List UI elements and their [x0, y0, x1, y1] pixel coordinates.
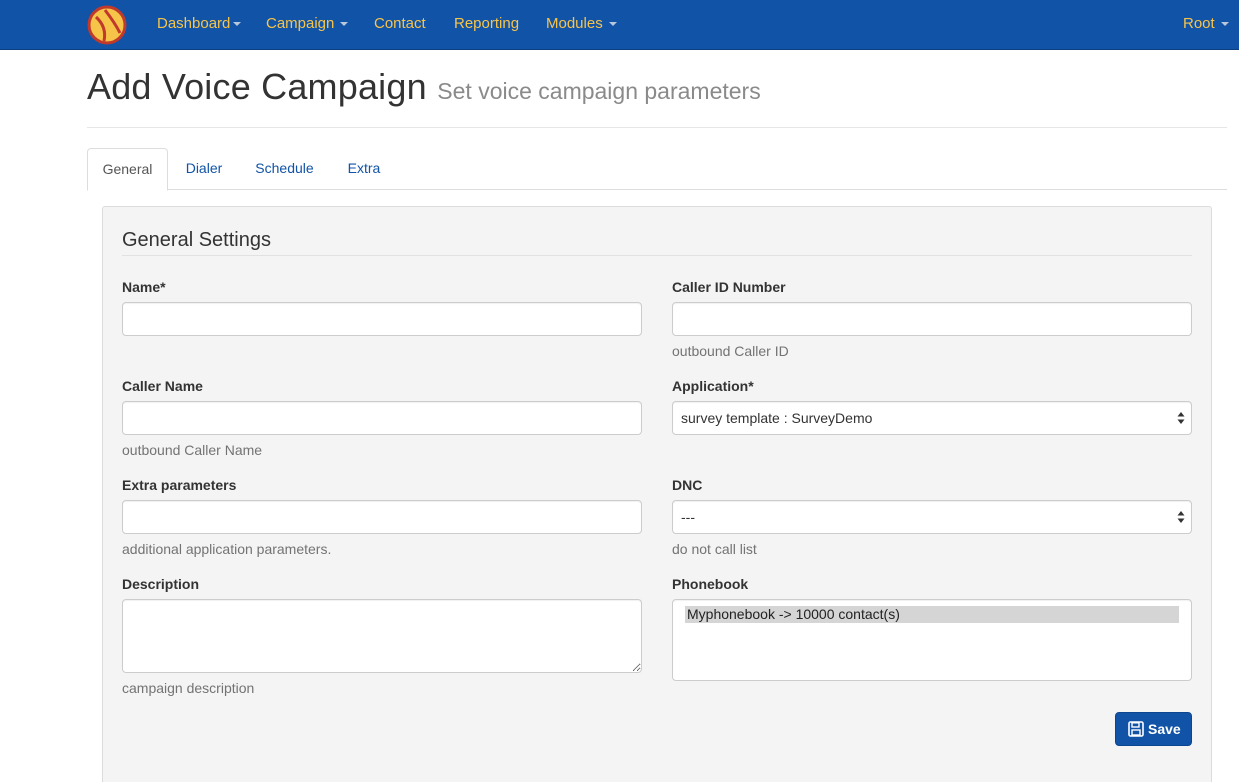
nav-modules-label: Modules [546, 15, 603, 32]
phonebook-multiselect[interactable]: Myphonebook -> 10000 contact(s) [672, 599, 1192, 681]
caller-name-label: Caller Name [122, 378, 203, 394]
description-label: Description [122, 576, 200, 592]
tab-dialer[interactable]: Dialer [175, 148, 233, 190]
logo-icon[interactable] [87, 5, 127, 45]
save-button[interactable]: Save [1115, 712, 1192, 746]
nav-user-label: Root [1183, 15, 1215, 32]
page-title: Add Voice Campaign [87, 66, 427, 107]
floppy-disk-icon [1128, 721, 1144, 737]
nav-campaign-label: Campaign [266, 15, 335, 32]
extra-parameters-help: additional application parameters. [122, 541, 332, 557]
application-label: Application* [672, 378, 754, 394]
dnc-help: do not call list [672, 541, 757, 557]
select-arrows-icon [1177, 511, 1185, 523]
nav-reporting-label: Reporting [454, 15, 520, 32]
tab-dialer-label: Dialer [185, 160, 223, 176]
tab-extra-label: Extra [347, 160, 381, 176]
nav-dashboard-label: Dashboard [157, 15, 231, 32]
page-subtitle: Set voice campaign parameters [437, 78, 761, 104]
caller-id-number-help: outbound Caller ID [672, 343, 789, 359]
extra-parameters-label: Extra parameters [122, 477, 237, 493]
nav-campaign[interactable]: Campaign [266, 0, 349, 50]
caret-down-icon [1220, 22, 1229, 27]
tab-schedule-label: Schedule [255, 160, 314, 176]
dnc-select[interactable]: --- [672, 500, 1192, 534]
caller-name-input[interactable] [122, 401, 642, 435]
phonebook-label: Phonebook [672, 576, 749, 592]
caret-down-icon [340, 22, 349, 27]
tab-bar: General Dialer Schedule Extra [87, 148, 1227, 191]
select-arrows-icon [1177, 412, 1185, 424]
caret-down-icon [233, 22, 242, 27]
description-textarea[interactable] [122, 599, 642, 673]
tab-general-label: General [102, 161, 153, 177]
section-legend: General Settings [122, 229, 271, 251]
nav-contact-label: Contact [374, 15, 426, 32]
nav-contact[interactable]: Contact [374, 0, 426, 50]
legend-divider [122, 255, 1192, 256]
dnc-selected-value: --- [681, 509, 695, 525]
caller-name-help: outbound Caller Name [122, 442, 263, 458]
tab-schedule[interactable]: Schedule [247, 148, 322, 190]
caller-id-number-label: Caller ID Number [672, 279, 786, 295]
tab-extra[interactable]: Extra [339, 148, 389, 190]
general-settings-panel: General Settings Name* Caller ID Number … [102, 206, 1212, 782]
name-input[interactable] [122, 302, 642, 336]
nav-reporting[interactable]: Reporting [454, 0, 519, 50]
nav-modules[interactable]: Modules [546, 0, 617, 50]
caller-id-number-input[interactable] [672, 302, 1192, 336]
top-navbar: Dashboard Campaign Contact Reporting Mod… [0, 0, 1239, 50]
description-help: campaign description [122, 680, 255, 696]
extra-parameters-input[interactable] [122, 500, 642, 534]
nav-dashboard[interactable]: Dashboard [157, 0, 242, 50]
phonebook-option[interactable]: Myphonebook -> 10000 contact(s) [685, 606, 1179, 623]
application-select[interactable]: survey template : SurveyDemo [672, 401, 1192, 435]
header-divider [87, 127, 1227, 128]
dnc-label: DNC [672, 477, 703, 493]
nav-user-menu[interactable]: Root [1183, 0, 1229, 50]
name-label: Name* [122, 279, 166, 295]
tab-general[interactable]: General [87, 148, 168, 191]
page-header: Add Voice Campaign Set voice campaign pa… [87, 66, 761, 108]
caret-down-icon [608, 22, 617, 27]
save-button-label: Save [1148, 721, 1181, 737]
application-selected-value: survey template : SurveyDemo [681, 410, 873, 426]
